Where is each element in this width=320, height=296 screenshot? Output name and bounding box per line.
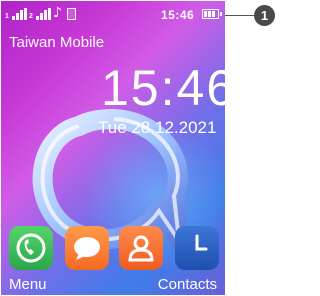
battery-icon [202, 9, 222, 19]
phone-icon [16, 233, 46, 263]
status-time: 15:46 [161, 8, 195, 22]
operator-name: Taiwan Mobile [9, 34, 105, 51]
clock-date: Tue 28.12.2021 [98, 118, 217, 137]
menu-softkey[interactable]: Menu [9, 276, 47, 293]
clock-icon [195, 234, 208, 251]
contacts-softkey[interactable]: Contacts [158, 276, 217, 293]
clock-app[interactable] [175, 226, 219, 270]
signal-1-icon: 1 [5, 8, 27, 20]
app-dock [1, 226, 225, 272]
signal-2-icon: 2 [29, 8, 51, 20]
softkey-bar: Menu Contacts [1, 276, 225, 295]
callout-badge: 1 [254, 5, 275, 26]
phone-app[interactable] [9, 226, 53, 270]
contacts-icon [128, 235, 154, 262]
status-bar: 1 2 ♪ 15:46 [1, 1, 225, 27]
messages-app[interactable] [65, 226, 109, 270]
messages-icon [74, 237, 100, 260]
callout-line [225, 15, 255, 16]
phone-screen: 1 2 ♪ 15:46 Taiwan Mobile 15:46 Tue 28.1… [1, 1, 225, 295]
sd-card-icon [67, 8, 76, 20]
contacts-app[interactable] [119, 226, 163, 270]
clock-time: 15:46 [101, 60, 225, 116]
music-icon: ♪ [53, 5, 62, 21]
